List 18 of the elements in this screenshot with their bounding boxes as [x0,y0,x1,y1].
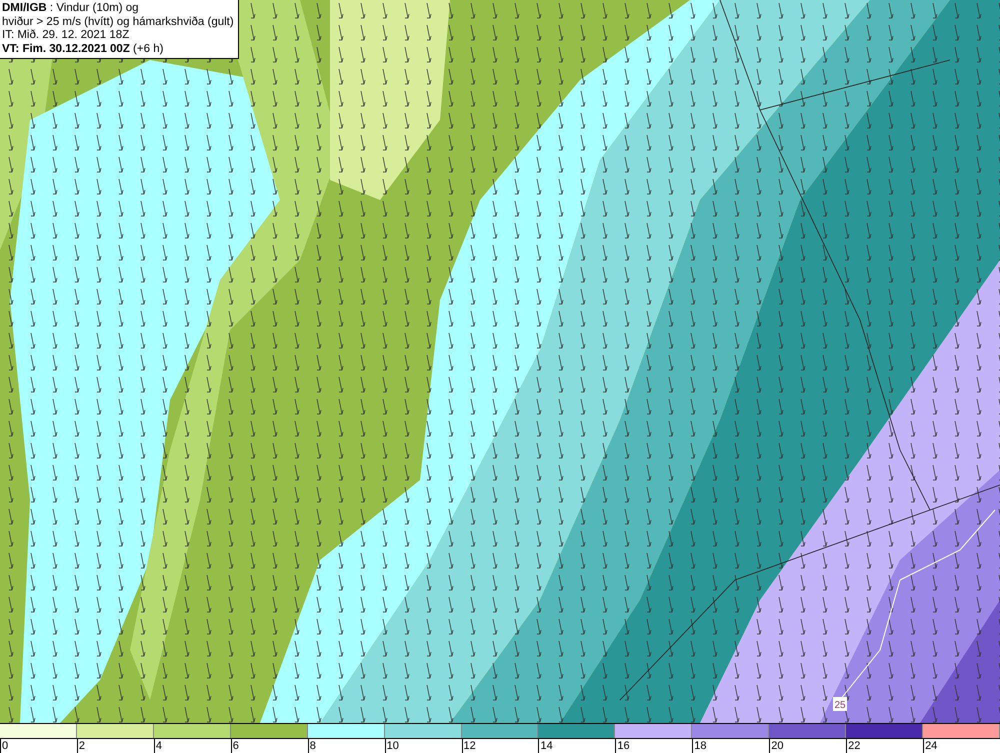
legend-tick-label: 2 [76,739,154,753]
legend-tick-label: 18 [692,739,770,753]
title-line: hviður > 25 m/s (hvítt) og hámarkshviða (gult) [2,16,234,29]
title-line: IT: Mið. 29. 12. 2021 18Z [2,29,130,42]
contour-label: 25 [833,697,847,711]
title-line: VT: Fim. 30.12.2021 00Z (+6 h) [2,42,164,56]
title-line: DMI/IGB : Vindur (10m) og [2,2,140,16]
legend-tick-label: 20 [769,739,846,753]
legend-tick-label: 4 [154,739,231,753]
legend-tick-label: 16 [615,739,692,753]
legend-tick-label: 22 [846,739,924,753]
legend-tick-label: 8 [308,739,385,753]
legend-tick-label: 12 [462,739,538,753]
legend-tick-label: 14 [538,739,616,753]
legend-tick-label: 10 [384,739,462,753]
legend-tick-label: 6 [230,739,308,753]
legend-tick-label: 24 [923,739,1000,753]
legend-tick-label: 0 [0,739,77,753]
